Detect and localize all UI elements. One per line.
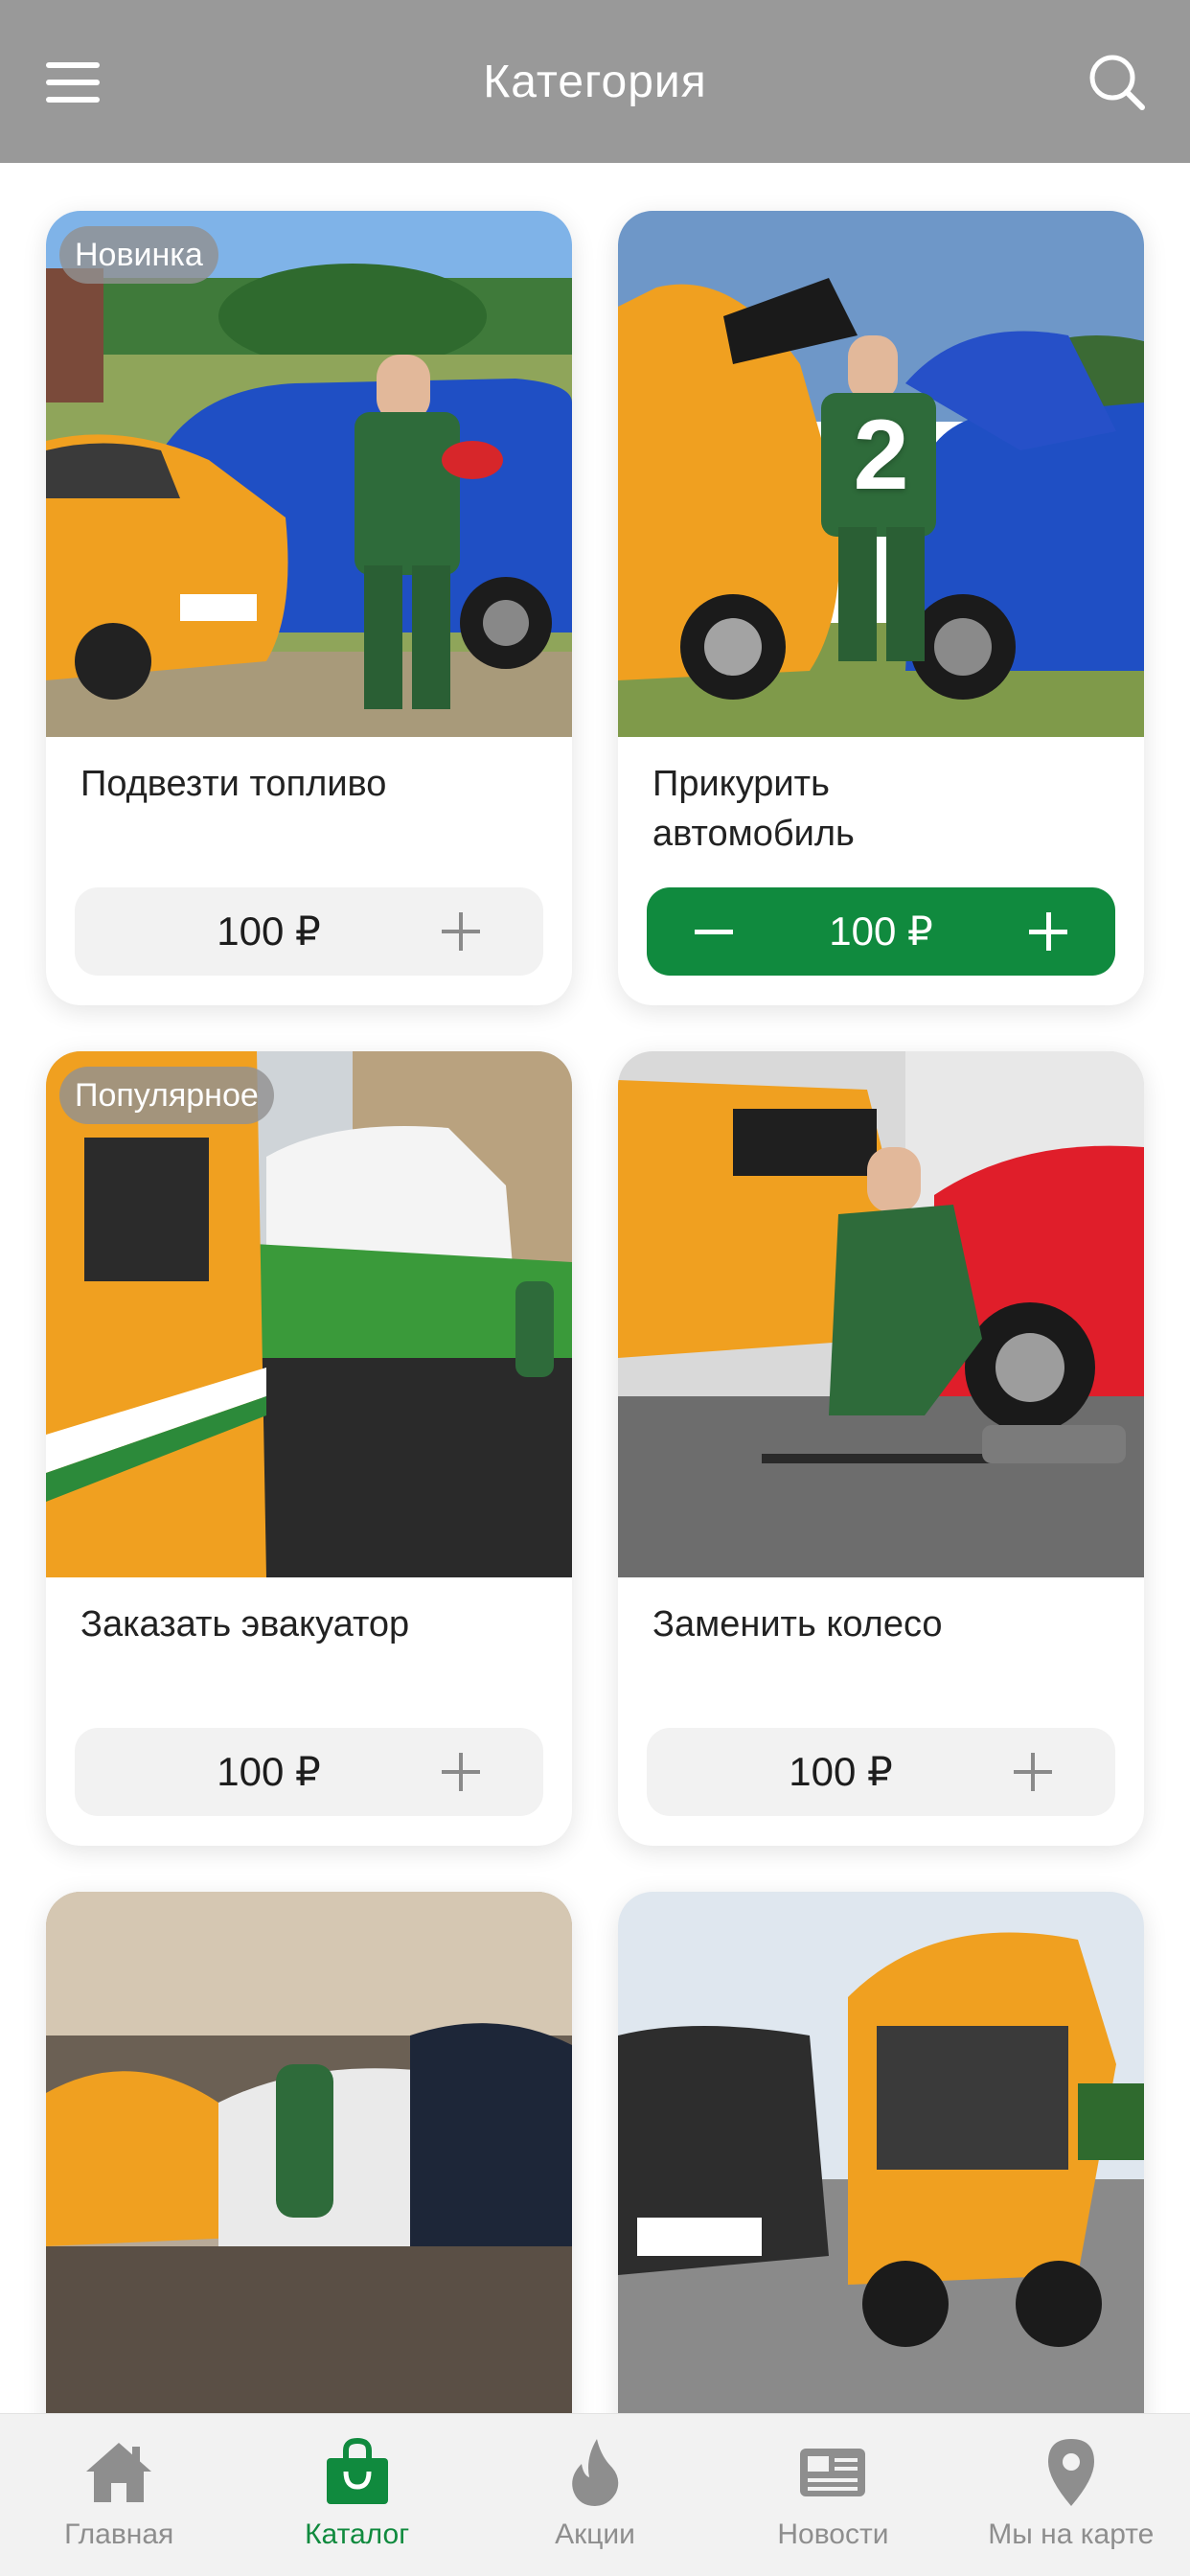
tab-map[interactable]: Мы на карте: [952, 2414, 1190, 2576]
product-price: 100 ₽: [829, 908, 933, 954]
add-to-cart-button[interactable]: 100 ₽: [75, 1728, 543, 1816]
tab-label: Мы на карте: [988, 2518, 1155, 2550]
home-icon: [86, 2443, 152, 2502]
product-photo: 2: [618, 211, 1144, 737]
top-bar: Категория: [0, 0, 1190, 163]
add-to-cart-button[interactable]: 100 ₽: [647, 1728, 1115, 1816]
product-grid: Новинка Подвезти топливо 100 ₽ 2 Прикури…: [46, 211, 1144, 2576]
product-title: Подвезти топливо: [80, 764, 387, 804]
page-title: Категория: [483, 57, 707, 107]
decrement-button[interactable]: [675, 893, 752, 970]
product-price: 100 ₽: [217, 908, 321, 954]
add-to-cart-button[interactable]: 100 ₽: [75, 887, 543, 976]
shopping-bag-icon: [326, 2437, 388, 2504]
flame-icon: [572, 2439, 619, 2506]
cart-quantity: 2: [853, 400, 909, 511]
product-card[interactable]: Популярное Заказать эвакуатор 100 ₽: [46, 1051, 572, 1846]
product-price: 100 ₽: [217, 1749, 321, 1794]
plus-icon: [1014, 1753, 1052, 1791]
product-title: Заказать эвакуатор: [80, 1604, 410, 1644]
tab-label: Акции: [555, 2518, 635, 2550]
product-price: 100 ₽: [789, 1749, 893, 1794]
tab-promotions[interactable]: Акции: [476, 2414, 714, 2576]
search-icon: [1089, 55, 1145, 110]
product-photo: [618, 1051, 1144, 1577]
map-pin-icon: [1047, 2439, 1094, 2506]
search-button[interactable]: [1071, 36, 1163, 128]
quantity-stepper: 100 ₽: [647, 887, 1115, 976]
product-photo: Популярное: [46, 1051, 572, 1577]
tab-news[interactable]: Новости: [714, 2414, 951, 2576]
product-photo: [46, 1892, 572, 2418]
tab-label: Каталог: [305, 2518, 410, 2550]
product-title: Прикурить автомобиль: [652, 764, 855, 854]
tab-home[interactable]: Главная: [0, 2414, 238, 2576]
newspaper-icon: [800, 2449, 866, 2496]
product-title: Заменить колесо: [652, 1604, 943, 1644]
product-card[interactable]: Заменить колесо 100 ₽: [618, 1051, 1144, 1846]
plus-icon: [442, 1753, 480, 1791]
increment-button[interactable]: [1010, 893, 1087, 970]
product-card[interactable]: Новинка Подвезти топливо 100 ₽: [46, 211, 572, 1005]
plus-icon: [442, 912, 480, 951]
product-card[interactable]: 2 Прикурить автомобиль 100 ₽: [618, 211, 1144, 1005]
tab-catalog[interactable]: Каталог: [238, 2414, 475, 2576]
product-badge: Новинка: [59, 226, 218, 284]
product-badge: Популярное: [59, 1067, 274, 1124]
tab-label: Новости: [777, 2518, 889, 2550]
app-screen: Категория Новинка Подвезти топливо 100 ₽…: [0, 0, 1190, 2576]
product-photo: [618, 1892, 1144, 2418]
tab-label: Главная: [64, 2518, 174, 2550]
product-photo: Новинка: [46, 211, 572, 737]
bottom-tab-bar: Главная Каталог Акции Новости Мы на карт…: [0, 2413, 1190, 2576]
